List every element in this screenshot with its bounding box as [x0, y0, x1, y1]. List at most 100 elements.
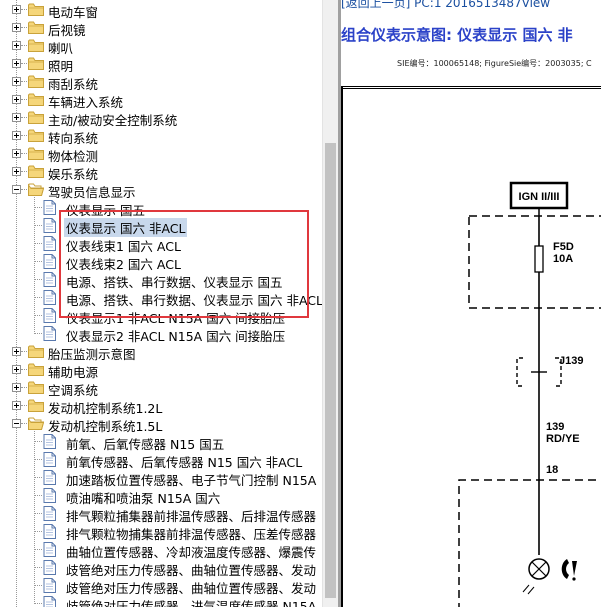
folder-icon — [28, 57, 44, 70]
tree-guide-line — [34, 431, 35, 604]
folder-icon — [28, 75, 44, 88]
tree-folder[interactable]: 喇叭 — [0, 37, 322, 56]
tree-folder[interactable]: 驾驶员信息显示 — [0, 181, 322, 200]
tree-folder[interactable]: 车辆进入系统 — [0, 91, 322, 110]
tree-guide-line — [21, 387, 27, 388]
expand-icon[interactable] — [12, 167, 21, 176]
tree-item[interactable]: 歧管绝对压力传感器、曲轴位置传感器、发动 — [0, 559, 322, 578]
tree-guide-line — [21, 27, 27, 28]
expand-icon[interactable] — [12, 41, 21, 50]
tree-folder[interactable]: 发动机控制系统1.5L — [0, 415, 322, 434]
highlight-box — [59, 210, 309, 318]
tree-guide-line — [34, 297, 42, 298]
document-icon — [43, 488, 56, 503]
tree-folder[interactable]: 后视镜 — [0, 19, 322, 38]
expand-icon[interactable] — [12, 5, 21, 14]
tree-guide-line — [21, 189, 27, 190]
tree-folder[interactable]: 空调系统 — [0, 379, 322, 398]
document-icon — [43, 236, 56, 251]
tree-guide-line — [21, 423, 27, 424]
tree-folder[interactable]: 转向系统 — [0, 127, 322, 146]
folder-icon — [28, 399, 44, 412]
document-icon — [43, 200, 56, 215]
expand-icon[interactable] — [12, 59, 21, 68]
document-icon — [43, 524, 56, 539]
expand-icon[interactable] — [12, 95, 21, 104]
lamp-icon — [522, 558, 550, 595]
document-icon — [43, 326, 56, 341]
expand-icon[interactable] — [12, 131, 21, 140]
collapse-icon[interactable] — [12, 185, 21, 194]
wire-color: RD/YE — [546, 433, 580, 445]
expand-icon[interactable] — [12, 383, 21, 392]
tree-item[interactable]: 仪表显示2 非ACL N15A 国六 间接胎压 — [0, 325, 322, 344]
document-icon — [43, 308, 56, 323]
tree-item[interactable]: 喷油嘴和喷油泵 N15A 国六 — [0, 487, 322, 506]
tree-item[interactable]: 曲轴位置传感器、冷却液温度传感器、爆震传 — [0, 541, 322, 560]
tree-folder[interactable]: 胎压监测示意图 — [0, 343, 322, 362]
tree-folder[interactable]: 发动机控制系统1.2L — [0, 397, 322, 416]
tree-scrollbar[interactable] — [322, 0, 338, 607]
folder-icon — [28, 363, 44, 376]
folder-icon — [28, 129, 44, 142]
tree-guide-line — [34, 459, 42, 460]
open-folder-icon — [28, 417, 45, 430]
tree-folder[interactable]: 娱乐系统 — [0, 163, 322, 182]
tree-item[interactable]: 加速踏板位置传感器、电子节气门控制 N15A — [0, 469, 322, 488]
tree-guide-line — [34, 513, 42, 514]
tree-guide-line — [34, 333, 42, 334]
folder-icon — [28, 165, 44, 178]
scrollbar-thumb[interactable] — [325, 143, 336, 598]
expand-icon[interactable] — [12, 149, 21, 158]
folder-icon — [28, 3, 44, 16]
tree-guide-line — [34, 243, 42, 244]
open-folder-icon — [28, 183, 45, 196]
tree-guide-line — [34, 279, 42, 280]
ign-label: IGN II/III — [519, 191, 560, 203]
tree-guide-line — [34, 441, 42, 442]
tree-folder[interactable]: 雨刮系统 — [0, 73, 322, 92]
collapse-icon[interactable] — [12, 419, 21, 428]
folder-icon — [28, 381, 44, 394]
warning-light-icon — [561, 559, 577, 581]
tree-guide-line — [21, 171, 27, 172]
tree-folder[interactable]: 辅助电源 — [0, 361, 322, 380]
tree-item[interactable]: 前氧传感器、后氧传感器 N15 国六 非ACL — [0, 451, 322, 470]
document-icon — [43, 560, 56, 575]
tree-folder[interactable]: 电动车窗 — [0, 1, 322, 20]
tree-guide-line — [21, 117, 27, 118]
tree-guide-line — [34, 495, 42, 496]
tree-item[interactable]: 排气颗粒物捕集器前排温传感器、压差传感器 — [0, 523, 322, 542]
expand-icon[interactable] — [12, 113, 21, 122]
tree-guide-line — [34, 197, 35, 334]
tree-item[interactable]: 歧管绝对压力传感器、进气温度传感器 N15A — [0, 595, 322, 607]
expand-icon[interactable] — [12, 23, 21, 32]
tree-item[interactable]: 排气颗粒捕集器前排温传感器、后排温传感器 — [0, 505, 322, 524]
tree-guide-line — [21, 99, 27, 100]
document-icon — [43, 434, 56, 449]
diagram-viewer: [返回上一页] PC:1 2016513487View 组合仪表示意图: 仪表显… — [341, 0, 601, 607]
expand-icon[interactable] — [12, 347, 21, 356]
tree-guide-line — [34, 531, 42, 532]
folder-icon — [28, 93, 44, 106]
tree-guide-line — [21, 153, 27, 154]
tree-guide-line — [21, 45, 27, 46]
document-icon — [43, 578, 56, 593]
expand-icon[interactable] — [12, 401, 21, 410]
folder-icon — [28, 345, 44, 358]
expand-icon[interactable] — [12, 365, 21, 374]
tree-item[interactable]: 歧管绝对压力传感器、曲轴位置传感器、发动 — [0, 577, 322, 596]
tree-guide-line — [21, 405, 27, 406]
tree-item[interactable]: 前氧、后氧传感器 N15 国五 — [0, 433, 322, 452]
tree-guide-line — [21, 63, 27, 64]
tree-guide-line — [34, 585, 42, 586]
tree-guide-line — [34, 225, 42, 226]
tree-folder[interactable]: 物体检测 — [0, 145, 322, 164]
document-icon — [43, 254, 56, 269]
expand-icon[interactable] — [12, 77, 21, 86]
tree-guide-line — [21, 351, 27, 352]
tree-guide-line — [34, 315, 42, 316]
document-icon — [43, 542, 56, 557]
tree-folder[interactable]: 主动/被动安全控制系统 — [0, 109, 322, 128]
tree-folder[interactable]: 照明 — [0, 55, 322, 74]
